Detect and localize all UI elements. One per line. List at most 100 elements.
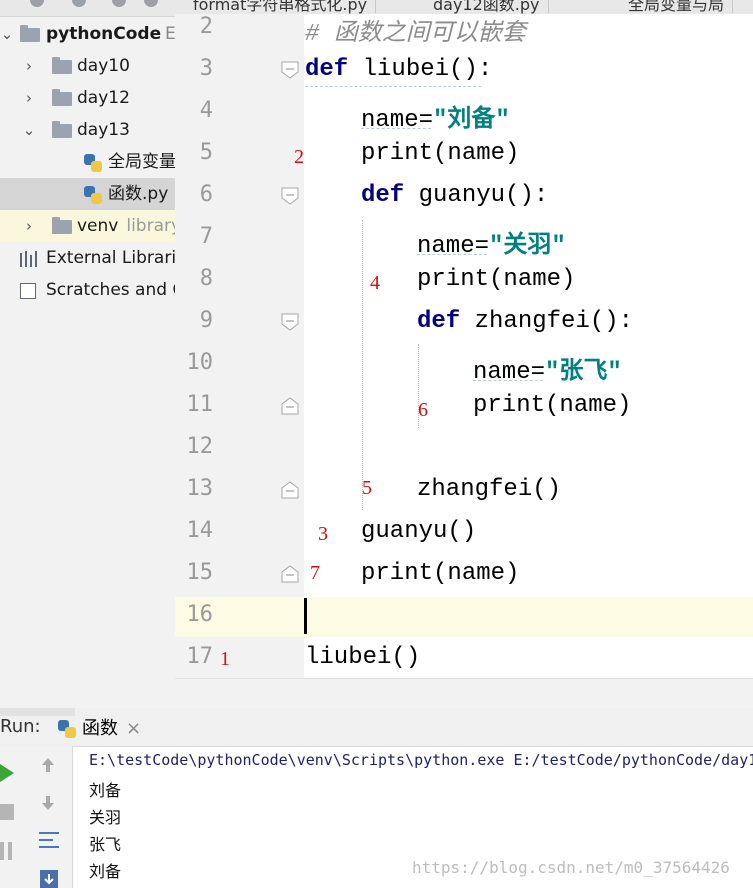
- fold-end-icon[interactable]: [280, 480, 300, 500]
- spell-underline: [417, 254, 487, 255]
- line-number: 8: [199, 266, 213, 291]
- annotation-number: 6: [418, 399, 428, 421]
- spell-underline: [361, 128, 431, 129]
- tree-item-venv[interactable]: › venvlibrary: [0, 210, 175, 242]
- current-line-highlight: [175, 597, 753, 637]
- tab-global-vars[interactable]: 全局变量与局: [620, 0, 734, 14]
- code-line-6: def guanyu():: [361, 182, 549, 209]
- code-line-2: # 函数之间可以嵌套: [305, 21, 526, 48]
- console-output-line: 张飞: [89, 837, 122, 854]
- tree-label: Scratches and C: [46, 280, 175, 300]
- gear-icon[interactable]: [144, 0, 158, 7]
- tree-item-day13[interactable]: ⌄ day13: [0, 114, 175, 146]
- python-file-icon: [84, 186, 102, 204]
- fold-end-icon[interactable]: [280, 564, 300, 584]
- tree-item-day12[interactable]: › day12: [0, 82, 175, 114]
- project-toolbar: [0, 0, 175, 17]
- folder-icon: [52, 57, 72, 74]
- project-panel: ⌄ pythonCode E › day10 › day12 ⌄ day13 全…: [0, 0, 175, 708]
- close-icon[interactable]: ×: [126, 712, 141, 746]
- tree-label: External Librari: [46, 248, 175, 268]
- run-tab[interactable]: 函数 ×: [54, 712, 146, 746]
- run-header: Run: 函数 ×: [0, 708, 753, 747]
- code-line-15: print(name): [361, 560, 520, 587]
- annotation-number: 7: [310, 562, 320, 584]
- tree-label: day10: [77, 56, 130, 76]
- tree-item-day10[interactable]: › day10: [0, 50, 175, 82]
- run-icon[interactable]: [0, 762, 16, 784]
- editor-bottom: [175, 678, 753, 709]
- indent-guide: [362, 220, 363, 510]
- line-number: 17: [186, 644, 214, 669]
- line-number: 7: [199, 224, 213, 249]
- console-output-line: 刘备: [89, 864, 122, 881]
- annotation-number: 5: [362, 477, 372, 499]
- stop-icon[interactable]: [0, 804, 14, 820]
- chevron-right-icon[interactable]: ›: [22, 50, 36, 82]
- settings-icon[interactable]: [30, 0, 44, 7]
- code-line-5: print(name): [361, 140, 520, 167]
- line-number: 12: [186, 434, 214, 459]
- libraries-icon: [20, 251, 40, 267]
- annotation-number: 3: [318, 523, 328, 545]
- tree-root-pythoncode[interactable]: ⌄ pythonCode E: [0, 18, 175, 50]
- code-line-13: zhangfei(): [417, 476, 562, 503]
- scroll-to-end-icon[interactable]: [38, 868, 60, 888]
- spell-underline: [305, 86, 481, 87]
- console-command-line: E:\testCode\pythonCode\venv\Scripts\pyth…: [89, 751, 753, 769]
- annotation-number: 4: [370, 272, 380, 294]
- annotation-number: 2: [294, 146, 304, 168]
- folder-icon: [52, 121, 72, 138]
- code-line-8: print(name): [417, 266, 576, 293]
- code-line-9: def zhangfei():: [417, 308, 634, 335]
- tree-item-external-libraries[interactable]: External Librari: [0, 242, 175, 274]
- run-toolbar: [0, 746, 73, 888]
- line-number: 2: [199, 14, 213, 39]
- line-number: 6: [199, 182, 213, 207]
- code-line-3: def liubei():: [305, 56, 493, 83]
- line-number: 11: [186, 392, 214, 417]
- tree-label: day13: [77, 120, 130, 140]
- chevron-right-icon[interactable]: ›: [22, 210, 36, 242]
- pause-icon[interactable]: [0, 842, 12, 860]
- run-tab-label: 函数: [82, 718, 118, 739]
- line-number: 13: [186, 476, 214, 501]
- collapse-icon[interactable]: [72, 0, 86, 7]
- chevron-down-icon[interactable]: ⌄: [22, 114, 36, 146]
- text-caret: [304, 598, 307, 634]
- fold-icon[interactable]: [280, 312, 300, 332]
- annotation-number: 1: [220, 648, 230, 670]
- scroll-icon[interactable]: [112, 0, 126, 7]
- folder-icon: [52, 217, 72, 234]
- line-number: 4: [199, 98, 213, 123]
- code-line-17: liubei(): [305, 644, 421, 671]
- line-number: 3: [199, 56, 213, 81]
- spell-underline: [473, 380, 543, 381]
- line-number: 9: [199, 308, 213, 333]
- line-number: 14: [186, 518, 214, 543]
- console-output-line: 刘备: [89, 783, 122, 800]
- folder-icon: [20, 25, 40, 42]
- tree-label: 函数.py: [108, 184, 169, 204]
- arrow-up-icon[interactable]: [40, 756, 56, 774]
- tree-item-functions-py[interactable]: 函数.py: [0, 178, 175, 210]
- fold-end-icon[interactable]: [280, 396, 300, 416]
- python-file-icon: [58, 720, 76, 738]
- arrow-down-icon[interactable]: [40, 794, 56, 812]
- line-number: 15: [186, 560, 214, 585]
- fold-icon[interactable]: [280, 186, 300, 206]
- soft-wrap-icon[interactable]: [38, 830, 60, 850]
- chevron-right-icon[interactable]: ›: [22, 82, 36, 114]
- chevron-down-icon[interactable]: ⌄: [0, 18, 14, 50]
- tree-label: pythonCode: [46, 24, 162, 44]
- tree-item-scratches[interactable]: Scratches and C: [0, 274, 175, 306]
- tree-item-global-vars[interactable]: 全局变量: [0, 146, 175, 178]
- tree-label: 全局变量: [108, 152, 175, 172]
- python-file-icon: [84, 154, 102, 172]
- line-number: 16: [186, 602, 214, 627]
- folder-icon: [52, 89, 72, 106]
- run-label: Run:: [0, 716, 41, 737]
- console-output-line: 关羽: [89, 810, 122, 827]
- fold-icon[interactable]: [280, 60, 300, 80]
- line-number: 5: [199, 140, 213, 165]
